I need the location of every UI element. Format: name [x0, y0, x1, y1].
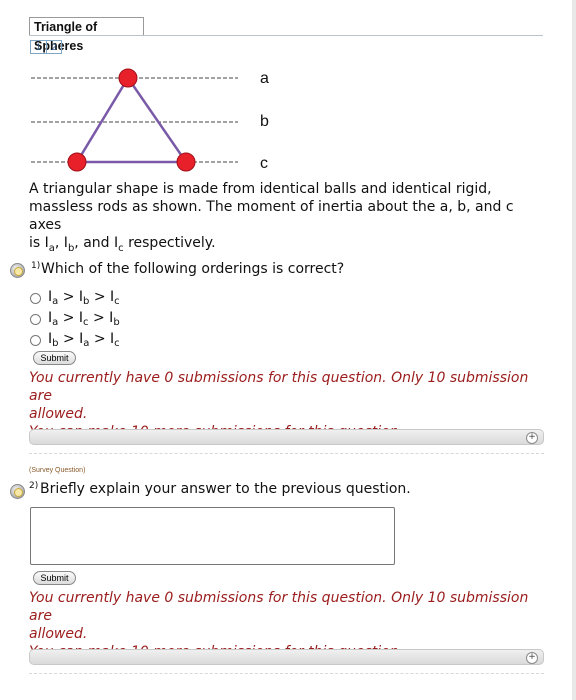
radio-button[interactable] [30, 334, 41, 346]
problem-statement: A triangular shape is made from identica… [29, 180, 549, 258]
rod-left [75, 77, 130, 163]
feedback-bar[interactable]: + [29, 649, 544, 665]
question-status-icon [10, 263, 25, 278]
rod-right [126, 77, 188, 163]
page-tabs: 1 2 [30, 40, 62, 54]
section-separator [29, 453, 544, 454]
ball-left [67, 152, 87, 172]
problem-line-1: A triangular shape is made from identica… [29, 181, 492, 197]
window-edge [572, 0, 576, 700]
survey-tag: (Survey Question) [29, 467, 86, 474]
section-separator [29, 673, 544, 674]
radio-button[interactable] [30, 292, 41, 304]
question-number: 2) [29, 481, 39, 491]
submit-button[interactable]: Submit [33, 351, 76, 365]
question-text: Which of the following orderings is corr… [41, 261, 345, 277]
triangle-figure: a b c [31, 68, 269, 172]
page-tab-2[interactable]: 2 [46, 41, 61, 53]
choice-label: Ia > Ic > Ib [48, 310, 120, 328]
expand-icon[interactable]: + [526, 652, 538, 664]
ball-top [118, 68, 138, 88]
choice-1[interactable]: Ia > Ib > Ic [30, 289, 120, 307]
expand-icon[interactable]: + [526, 432, 538, 444]
feedback-bar[interactable]: + [29, 429, 544, 445]
problem-line-3: is Ia, Ib, and Ic respectively. [29, 235, 216, 254]
radio-button[interactable] [30, 313, 41, 325]
question-text: Briefly explain your answer to the previ… [40, 481, 411, 497]
question-number: 1) [31, 261, 41, 271]
choice-2[interactable]: Ia > Ic > Ib [30, 310, 120, 328]
problem-title: Triangle of Spheres [29, 17, 144, 53]
submit-button[interactable]: Submit [33, 571, 76, 585]
label-c: c [260, 155, 268, 172]
choice-label: Ia > Ib > Ic [48, 289, 120, 307]
problem-line-2: massless rods as shown. The moment of in… [29, 199, 514, 233]
page-tab-1[interactable]: 1 [31, 41, 46, 53]
question-status-icon [10, 484, 25, 499]
ball-right [176, 152, 196, 172]
choice-label: Ib > Ia > Ic [48, 331, 120, 349]
title-divider [29, 35, 543, 36]
label-a: a [260, 70, 269, 87]
choice-3[interactable]: Ib > Ia > Ic [30, 331, 120, 349]
answer-textarea[interactable] [30, 507, 395, 565]
label-b: b [260, 113, 269, 130]
